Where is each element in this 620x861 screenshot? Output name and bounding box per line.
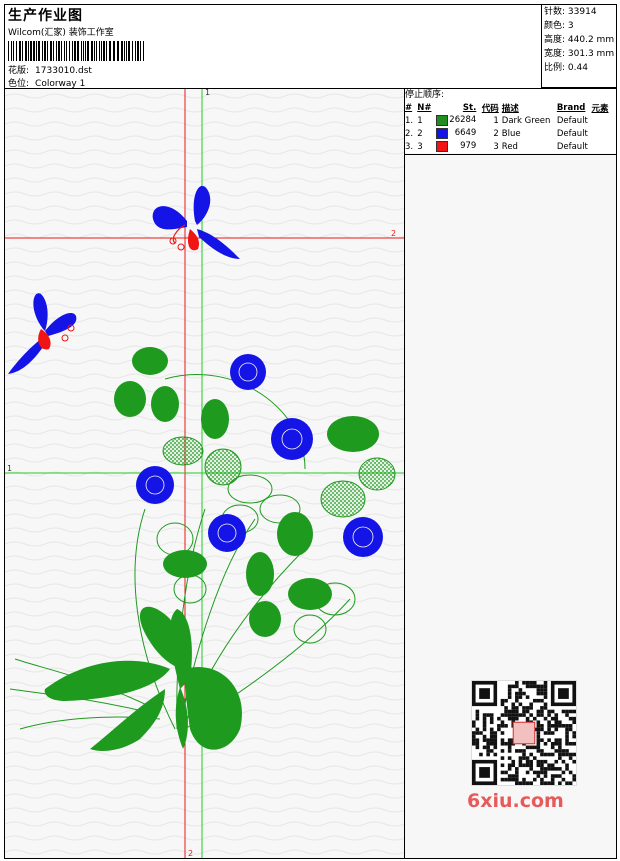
color-swatch	[435, 115, 448, 126]
stop-sequence-table: # N# St. 代码 描述 Brand 元素 1. 1 26284 1 Dark Gr…	[405, 101, 616, 153]
col-code: 代码	[481, 103, 499, 114]
qr-code-icon	[471, 680, 577, 786]
stat-width: 宽度: 301.3 mm	[544, 49, 615, 59]
page-title: 生产作业图	[8, 8, 83, 24]
stats-panel: 针数: 33914 颜色: 3 高度: 440.2 mm 宽度: 301.3 m…	[541, 4, 617, 88]
guide-label-bottom: 2	[188, 849, 193, 858]
pattern-line: 花版: 1733010.dst	[8, 63, 92, 76]
color-swatch	[435, 128, 448, 139]
table-row: 1. 1 26284 1 Dark Green Default	[405, 115, 588, 126]
stop-sequence-panel: 停止顺序: # N# St. 代码 描述 Brand 元素 1. 1 26284 1 D…	[405, 89, 616, 858]
stat-height: 高度: 440.2 mm	[544, 35, 615, 45]
stitch-count: 979	[460, 141, 477, 151]
col-brand: Brand	[556, 102, 586, 113]
guide-label-left: 1	[7, 464, 12, 473]
header-info: 生产作业图 Wilcom(汇家) 装饰工作室 花版: 1733010.dst 色位…	[5, 5, 541, 89]
pattern-value: 1733010.dst	[35, 66, 92, 76]
table-row: 3. 3 979 3 Red Default	[405, 141, 588, 152]
stat-scale: 比例: 0.44	[544, 63, 588, 73]
stop-sequence-title: 停止顺序:	[405, 89, 616, 101]
design-canvas: 1 2 1 2	[5, 89, 404, 858]
company-name: Wilcom(汇家) 装饰工作室	[8, 28, 114, 38]
stat-colors: 颜色: 3	[544, 21, 574, 31]
col-st: St.	[462, 102, 477, 113]
pattern-label: 花版:	[8, 66, 30, 76]
col-idx: #	[405, 102, 413, 113]
guide-label-top: 1	[205, 89, 210, 97]
col-element: 元素	[591, 103, 609, 114]
table-header: # N# St. 代码 描述 Brand 元素	[405, 101, 616, 114]
guide-label-right: 2	[391, 229, 396, 238]
color-swatch	[435, 141, 448, 152]
stat-stitches: 针数: 33914	[544, 7, 597, 17]
barcode-icon	[8, 41, 144, 61]
col-n: N#	[417, 102, 432, 113]
stitch-count: 26284	[449, 115, 477, 125]
col-desc: 描述	[501, 103, 519, 114]
embroidery-design: 1 2 1 2	[5, 89, 404, 858]
table-divider	[405, 154, 616, 155]
stitch-count: 6649	[454, 128, 477, 138]
watermark-text: 6xiu.com	[467, 790, 564, 812]
table-row: 2. 2 6649 2 Blue Default	[405, 128, 588, 139]
